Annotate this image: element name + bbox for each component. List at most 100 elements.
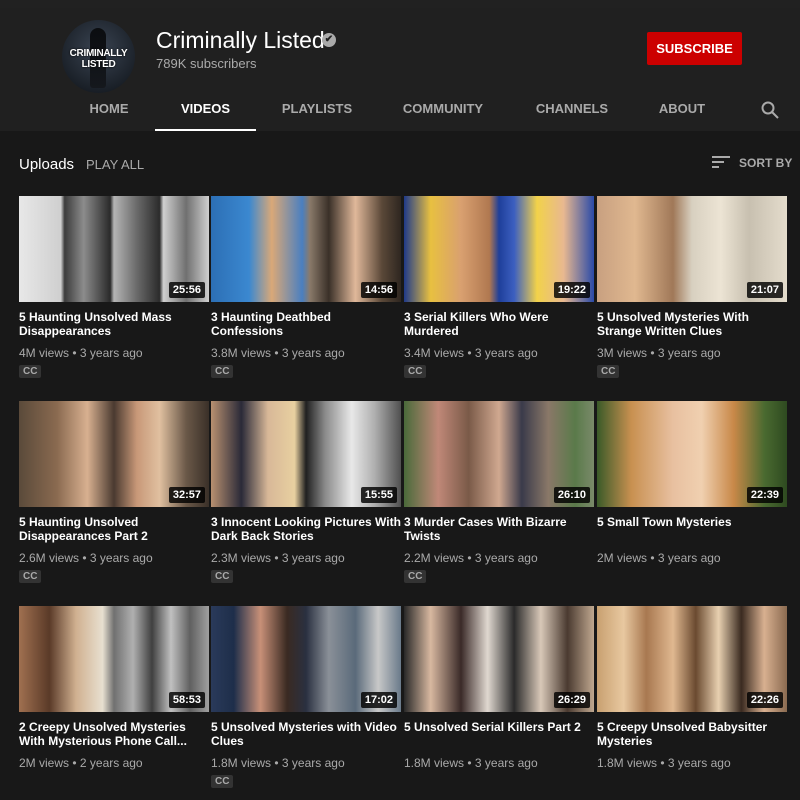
video-duration: 21:07	[746, 282, 783, 298]
channel-avatar[interactable]: CRIMINALLY LISTED	[62, 20, 135, 93]
video-title[interactable]: 3 Murder Cases With Bizarre Twists	[404, 515, 594, 543]
video-duration: 26:10	[553, 487, 590, 503]
video-title[interactable]: 2 Creepy Unsolved Mysteries With Mysteri…	[19, 720, 209, 748]
video-thumbnail[interactable]: 14:56	[211, 196, 401, 302]
view-count: 3M views	[597, 346, 648, 360]
search-icon[interactable]	[761, 101, 779, 119]
video-duration: 14:56	[360, 282, 397, 298]
upload-age: 3 years ago	[474, 346, 538, 360]
video-title[interactable]: 5 Haunting Unsolved Mass Disappearances	[19, 310, 209, 338]
video-thumbnail[interactable]: 58:53	[19, 606, 209, 712]
subscribe-button[interactable]: SUBSCRIBE	[647, 32, 742, 65]
video-duration: 22:26	[746, 692, 783, 708]
upload-age: 3 years ago	[281, 551, 345, 565]
video-title[interactable]: 5 Small Town Mysteries	[597, 515, 787, 529]
video-card[interactable]: 22:39 5 Small Town Mysteries 2M views • …	[597, 401, 787, 601]
video-card[interactable]: 17:02 5 Unsolved Mysteries with Video Cl…	[211, 606, 401, 800]
video-thumbnail[interactable]: 26:10	[404, 401, 594, 507]
video-thumbnail[interactable]: 17:02	[211, 606, 401, 712]
video-card[interactable]: 26:29 5 Unsolved Serial Killers Part 2 1…	[404, 606, 594, 800]
tab-community[interactable]: COMMUNITY	[398, 96, 488, 131]
video-meta: 2.2M views • 3 years ago	[404, 551, 538, 565]
video-thumbnail[interactable]: 32:57	[19, 401, 209, 507]
video-meta: 2M views • 3 years ago	[597, 551, 721, 565]
video-meta: 1.8M views • 3 years ago	[597, 756, 731, 770]
verified-icon: ✔	[322, 33, 336, 47]
video-meta: 3.8M views • 3 years ago	[211, 346, 345, 360]
avatar-logo-text: CRIMINALLY LISTED	[69, 48, 128, 70]
video-thumbnail[interactable]: 26:29	[404, 606, 594, 712]
cc-badge: CC	[211, 570, 234, 583]
video-card[interactable]: 14:56 3 Haunting Deathbed Confessions 3.…	[211, 196, 401, 396]
video-card[interactable]: 58:53 2 Creepy Unsolved Mysteries With M…	[19, 606, 209, 800]
video-thumbnail[interactable]: 22:39	[597, 401, 787, 507]
view-count: 2M views	[597, 551, 648, 565]
view-count: 1.8M views	[404, 756, 465, 770]
video-card[interactable]: 32:57 5 Haunting Unsolved Disappearances…	[19, 401, 209, 601]
upload-age: 3 years ago	[474, 756, 538, 770]
video-thumbnail[interactable]: 22:26	[597, 606, 787, 712]
view-count: 2M views	[19, 756, 70, 770]
video-meta: 1.8M views • 3 years ago	[211, 756, 345, 770]
uploads-label[interactable]: Uploads	[19, 156, 74, 173]
video-meta: 3M views • 3 years ago	[597, 346, 721, 360]
video-title[interactable]: 5 Unsolved Serial Killers Part 2	[404, 720, 594, 734]
channel-header: CRIMINALLY LISTED Criminally Listed ✔ 78…	[0, 8, 800, 131]
video-card[interactable]: 21:07 5 Unsolved Mysteries With Strange …	[597, 196, 787, 396]
tab-playlists[interactable]: PLAYLISTS	[276, 96, 358, 131]
video-meta: 4M views • 3 years ago	[19, 346, 143, 360]
upload-age: 3 years ago	[281, 756, 345, 770]
video-card[interactable]: 26:10 3 Murder Cases With Bizarre Twists…	[404, 401, 594, 601]
video-thumbnail[interactable]: 15:55	[211, 401, 401, 507]
video-meta: 2.6M views • 3 years ago	[19, 551, 153, 565]
view-count: 2.2M views	[404, 551, 465, 565]
video-duration: 15:55	[360, 487, 397, 503]
video-title[interactable]: 3 Serial Killers Who Were Murdered	[404, 310, 594, 338]
upload-age: 2 years ago	[79, 756, 143, 770]
video-meta: 2.3M views • 3 years ago	[211, 551, 345, 565]
video-meta: 2M views • 2 years ago	[19, 756, 143, 770]
cc-badge: CC	[19, 365, 42, 378]
video-thumbnail[interactable]: 25:56	[19, 196, 209, 302]
video-card[interactable]: 22:26 5 Creepy Unsolved Babysitter Myste…	[597, 606, 787, 800]
video-card[interactable]: 19:22 3 Serial Killers Who Were Murdered…	[404, 196, 594, 396]
sort-icon[interactable]	[712, 154, 730, 170]
upload-age: 3 years ago	[474, 551, 538, 565]
video-title[interactable]: 5 Unsolved Mysteries With Strange Writte…	[597, 310, 787, 338]
view-count: 3.4M views	[404, 346, 465, 360]
sort-by-button[interactable]: SORT BY	[739, 156, 792, 170]
view-count: 1.8M views	[211, 756, 272, 770]
video-card[interactable]: 25:56 5 Haunting Unsolved Mass Disappear…	[19, 196, 209, 396]
top-strip	[0, 0, 800, 8]
upload-age: 3 years ago	[89, 551, 153, 565]
video-thumbnail[interactable]: 19:22	[404, 196, 594, 302]
video-title[interactable]: 5 Haunting Unsolved Disappearances Part …	[19, 515, 209, 543]
video-card[interactable]: 15:55 3 Innocent Looking Pictures With D…	[211, 401, 401, 601]
cc-badge: CC	[19, 570, 42, 583]
view-count: 3.8M views	[211, 346, 272, 360]
channel-name: Criminally Listed	[156, 27, 325, 53]
view-count: 1.8M views	[597, 756, 658, 770]
view-count: 2.6M views	[19, 551, 80, 565]
cc-badge: CC	[211, 365, 234, 378]
tab-about[interactable]: ABOUT	[655, 96, 709, 131]
cc-badge: CC	[211, 775, 234, 788]
upload-age: 3 years ago	[657, 551, 721, 565]
tab-channels[interactable]: CHANNELS	[530, 96, 614, 131]
video-title[interactable]: 5 Creepy Unsolved Babysitter Mysteries	[597, 720, 787, 748]
video-thumbnail[interactable]: 21:07	[597, 196, 787, 302]
play-all-button[interactable]: PLAY ALL	[86, 157, 144, 172]
video-meta: 3.4M views • 3 years ago	[404, 346, 538, 360]
video-duration: 58:53	[168, 692, 205, 708]
video-duration: 17:02	[360, 692, 397, 708]
tab-videos[interactable]: VIDEOS	[155, 96, 256, 131]
video-title[interactable]: 3 Haunting Deathbed Confessions	[211, 310, 401, 338]
video-title[interactable]: 5 Unsolved Mysteries with Video Clues	[211, 720, 401, 748]
video-title[interactable]: 3 Innocent Looking Pictures With Dark Ba…	[211, 515, 401, 543]
tab-home[interactable]: HOME	[82, 96, 136, 131]
upload-age: 3 years ago	[667, 756, 731, 770]
cc-badge: CC	[404, 365, 427, 378]
channel-tabs: HOME VIDEOS PLAYLISTS COMMUNITY CHANNELS…	[0, 96, 800, 131]
view-count: 4M views	[19, 346, 70, 360]
subscriber-count: 789K subscribers	[156, 56, 257, 71]
